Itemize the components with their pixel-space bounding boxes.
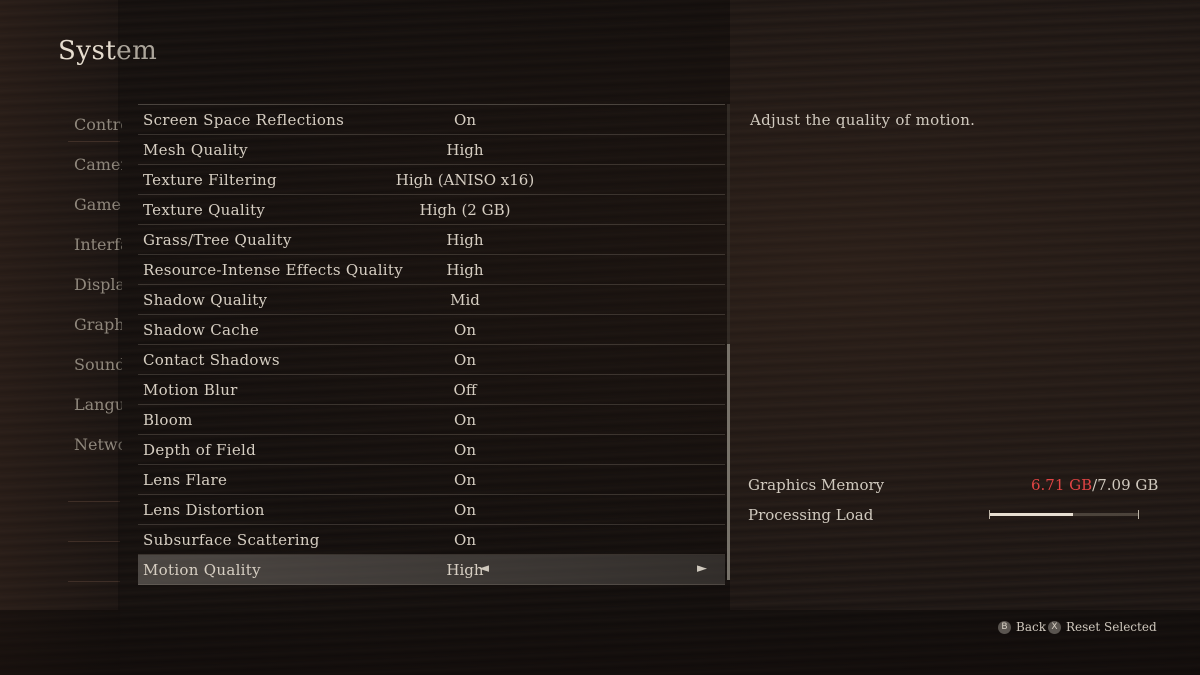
setting-row[interactable]: Screen Space Reflections On bbox=[138, 105, 725, 135]
settings-list: Screen Space Reflections On Mesh Quality H… bbox=[138, 104, 725, 585]
setting-value: On bbox=[454, 411, 476, 429]
setting-value: High (ANISO x16) bbox=[395, 171, 535, 189]
processing-load-fill bbox=[989, 513, 1073, 516]
setting-label: Bloom bbox=[143, 411, 193, 429]
category-item-controls[interactable]: Controls bbox=[74, 114, 122, 154]
setting-label: Screen Space Reflections bbox=[143, 111, 345, 129]
reset-selected-label: Reset Selected bbox=[1066, 620, 1157, 634]
setting-value: High bbox=[446, 261, 484, 279]
setting-label: Shadow Quality bbox=[143, 291, 268, 309]
setting-value: On bbox=[454, 471, 476, 489]
setting-value: High bbox=[446, 561, 484, 579]
setting-value: Off bbox=[453, 381, 477, 399]
back-hint[interactable]: B Back bbox=[998, 620, 1046, 634]
setting-row[interactable]: Subsurface Scattering On bbox=[138, 525, 725, 555]
divider bbox=[68, 541, 120, 542]
setting-label: Texture Quality bbox=[143, 201, 266, 219]
processing-load-label: Processing Load bbox=[748, 506, 874, 524]
graphics-memory-total: /7.09 GB bbox=[1092, 476, 1159, 494]
category-item-network[interactable]: Network bbox=[74, 434, 122, 474]
setting-label: Texture Filtering bbox=[143, 171, 277, 189]
bar-start-cap bbox=[989, 510, 990, 519]
category-item-display[interactable]: Display bbox=[74, 274, 122, 314]
setting-value: On bbox=[454, 441, 476, 459]
setting-label: Grass/Tree Quality bbox=[143, 231, 292, 249]
setting-row[interactable]: Mesh Quality High bbox=[138, 135, 725, 165]
category-nav: Controls Camera Game Interface Display G… bbox=[74, 114, 122, 474]
setting-value: On bbox=[454, 501, 476, 519]
divider bbox=[68, 501, 120, 502]
setting-label: Motion Blur bbox=[143, 381, 238, 399]
increase-arrow-icon[interactable]: ► bbox=[697, 561, 707, 576]
category-item-sound[interactable]: Sound bbox=[74, 354, 122, 394]
bar-end-cap bbox=[1138, 510, 1139, 519]
setting-label: Contact Shadows bbox=[143, 351, 280, 369]
setting-value: High (2 GB) bbox=[419, 201, 511, 219]
setting-value: On bbox=[454, 531, 476, 549]
setting-row[interactable]: Shadow Cache On bbox=[138, 315, 725, 345]
setting-row[interactable]: Lens Distortion On bbox=[138, 495, 725, 525]
category-item-language[interactable]: Language bbox=[74, 394, 122, 434]
setting-row[interactable]: Texture Filtering High (ANISO x16) bbox=[138, 165, 725, 195]
setting-value: Mid bbox=[450, 291, 480, 309]
setting-description: Adjust the quality of motion. bbox=[750, 111, 976, 129]
back-label: Back bbox=[1016, 620, 1046, 634]
setting-row[interactable]: Lens Flare On bbox=[138, 465, 725, 495]
setting-label: Lens Distortion bbox=[143, 501, 265, 519]
setting-value: High bbox=[446, 231, 484, 249]
setting-label: Motion Quality bbox=[143, 561, 261, 579]
setting-row[interactable]: Shadow Quality Mid bbox=[138, 285, 725, 315]
processing-load-bar bbox=[989, 510, 1139, 519]
setting-row[interactable]: Contact Shadows On bbox=[138, 345, 725, 375]
setting-row[interactable]: Motion Blur Off bbox=[138, 375, 725, 405]
setting-row[interactable]: Resource-Intense Effects Quality High bbox=[138, 255, 725, 285]
reset-selected-hint[interactable]: X Reset Selected bbox=[1048, 620, 1157, 634]
setting-label: Lens Flare bbox=[143, 471, 228, 489]
setting-row[interactable]: Depth of Field On bbox=[138, 435, 725, 465]
scrollbar-thumb[interactable] bbox=[727, 344, 730, 580]
setting-label: Mesh Quality bbox=[143, 141, 248, 159]
setting-value: On bbox=[454, 321, 476, 339]
setting-row-selected[interactable]: Motion Quality ◄ High ► bbox=[138, 555, 725, 585]
setting-value: On bbox=[454, 351, 476, 369]
x-button-icon: X bbox=[1048, 620, 1061, 634]
divider bbox=[68, 581, 120, 582]
category-item-graphics[interactable]: Graphics bbox=[74, 314, 122, 354]
setting-label: Shadow Cache bbox=[143, 321, 260, 339]
setting-label: Subsurface Scattering bbox=[143, 531, 320, 549]
category-item-interface[interactable]: Interface bbox=[74, 234, 122, 274]
category-item-game[interactable]: Game bbox=[74, 194, 122, 234]
b-button-icon: B bbox=[998, 620, 1011, 634]
setting-label: Depth of Field bbox=[143, 441, 256, 459]
setting-row[interactable]: Texture Quality High (2 GB) bbox=[138, 195, 725, 225]
setting-value: On bbox=[454, 111, 476, 129]
category-item-camera[interactable]: Camera bbox=[74, 154, 122, 194]
setting-row[interactable]: Bloom On bbox=[138, 405, 725, 435]
graphics-memory-value: 6.71 GB/7.09 GB bbox=[1031, 476, 1158, 494]
setting-row[interactable]: Grass/Tree Quality High bbox=[138, 225, 725, 255]
graphics-memory-used: 6.71 GB bbox=[1031, 476, 1093, 494]
graphics-memory-label: Graphics Memory bbox=[748, 476, 885, 494]
setting-value: High bbox=[446, 141, 484, 159]
